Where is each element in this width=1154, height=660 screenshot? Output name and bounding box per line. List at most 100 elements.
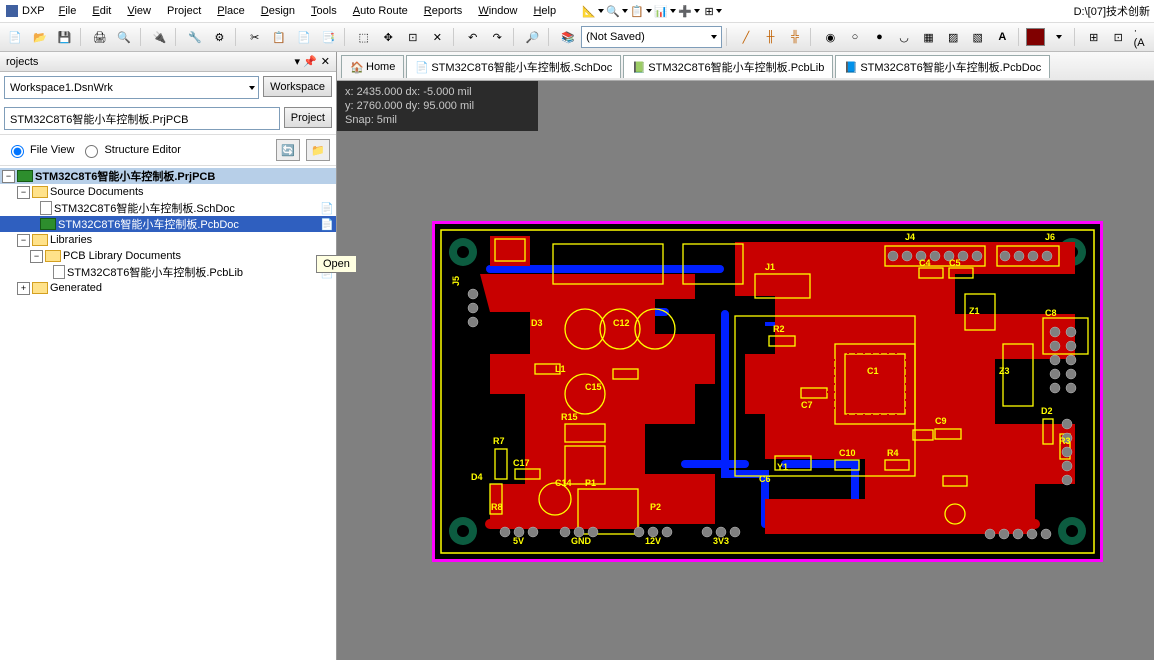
svg-text:C10: C10 xyxy=(839,448,856,458)
clear-icon[interactable]: ✕ xyxy=(426,25,449,49)
menu-autoroute[interactable]: Auto Route xyxy=(345,2,416,20)
redo-icon[interactable]: ↷ xyxy=(486,25,509,49)
copy-icon[interactable]: 📋 xyxy=(268,25,291,49)
move-icon[interactable]: ✥ xyxy=(377,25,400,49)
panel-pin-icon[interactable]: ▾ 📌 xyxy=(295,55,317,68)
sel-icon[interactable]: ⊡ xyxy=(402,25,425,49)
tree-libraries[interactable]: − Libraries xyxy=(0,232,336,248)
save-icon[interactable]: 💾 xyxy=(53,25,76,49)
tab-home[interactable]: 🏠Home xyxy=(341,55,404,78)
menu-view[interactable]: View xyxy=(119,2,159,20)
string-icon[interactable]: A xyxy=(991,25,1014,49)
menu-edit[interactable]: Edit xyxy=(84,2,119,20)
region-icon[interactable]: ▨ xyxy=(942,25,965,49)
project-button[interactable]: Project xyxy=(284,107,332,128)
dropdown-2-icon[interactable]: 🔍 xyxy=(608,2,626,20)
svg-text:C15: C15 xyxy=(585,382,602,392)
lib-icon xyxy=(53,265,65,279)
pcb-tab-icon: 📘 xyxy=(844,61,856,73)
undo-icon[interactable]: ↶ xyxy=(461,25,484,49)
grid-icon[interactable]: ⊞ xyxy=(1082,25,1105,49)
cut-icon[interactable]: ✂ xyxy=(243,25,266,49)
snap-icon[interactable]: ⊡ xyxy=(1107,25,1130,49)
sel-all-icon[interactable]: ⬚ xyxy=(352,25,375,49)
svg-text:R2: R2 xyxy=(773,324,785,334)
svg-text:L1: L1 xyxy=(555,364,566,374)
dropdown-3-icon[interactable]: 📋 xyxy=(632,2,650,20)
schematic-icon xyxy=(40,201,52,215)
arc-icon[interactable]: ◡ xyxy=(893,25,916,49)
route2-icon[interactable]: ╫ xyxy=(759,25,782,49)
project-combo[interactable] xyxy=(4,107,280,130)
saved-state-dropdown[interactable]: (Not Saved) xyxy=(581,26,722,48)
menu-tools[interactable]: Tools xyxy=(303,2,345,20)
print-icon[interactable]: 🖨 xyxy=(88,25,111,49)
panel-close-icon[interactable]: ✕ xyxy=(321,55,330,68)
svg-text:C1: C1 xyxy=(867,366,879,376)
fill-icon[interactable]: ▦ xyxy=(917,25,940,49)
tool-b-icon[interactable]: ⚙ xyxy=(208,25,231,49)
refresh-icon[interactable]: 🔄 xyxy=(276,139,300,161)
tree-generated[interactable]: + Generated xyxy=(0,280,336,296)
dropdown-6-icon[interactable]: ⊞ xyxy=(704,2,722,20)
tree-project-root[interactable]: − STM32C8T6智能小车控制板.PrjPCB xyxy=(0,168,336,184)
book-icon[interactable]: 📚 xyxy=(557,25,580,49)
dropdown-1-icon[interactable]: 📐 xyxy=(584,2,602,20)
dropdown-4-icon[interactable]: 📊 xyxy=(656,2,674,20)
layer-color-chip[interactable] xyxy=(1026,28,1045,46)
hole-icon[interactable]: ● xyxy=(868,25,891,49)
tree-pcbdoc[interactable]: STM32C8T6智能小车控制板.PcbDoc📄 xyxy=(0,216,336,232)
route3-icon[interactable]: ╬ xyxy=(784,25,807,49)
structure-radio[interactable]: Structure Editor xyxy=(80,142,180,158)
fileview-radio[interactable]: File View xyxy=(6,142,74,158)
dxp-menu[interactable]: DXP xyxy=(0,0,51,22)
tree-schdoc[interactable]: STM32C8T6智能小车控制板.SchDoc📄 xyxy=(0,200,336,216)
menu-help[interactable]: Help xyxy=(525,2,564,20)
svg-text:P1: P1 xyxy=(585,478,596,488)
layer-dd-icon[interactable] xyxy=(1047,25,1070,49)
pad-icon[interactable]: ○ xyxy=(844,25,867,49)
workspace-combo[interactable] xyxy=(4,76,259,99)
poly-icon[interactable]: ▧ xyxy=(966,25,989,49)
pcb-canvas[interactable]: J5 J4 J6 J1 D3 C12 C4 C5 C8 R2 R7 C17 L1… xyxy=(337,131,1154,660)
device-icon[interactable]: 🔌 xyxy=(148,25,171,49)
menu-project[interactable]: Project xyxy=(159,2,209,20)
board-outline: J5 J4 J6 J1 D3 C12 C4 C5 C8 R2 R7 C17 L1… xyxy=(432,221,1103,562)
menu-window[interactable]: Window xyxy=(470,2,525,20)
menu-file[interactable]: File xyxy=(51,2,85,20)
svg-text:C7: C7 xyxy=(801,400,813,410)
tab-pcbdoc[interactable]: 📘STM32C8T6智能小车控制板.PcbDoc xyxy=(835,55,1050,78)
workspace-button[interactable]: Workspace xyxy=(263,76,332,97)
pcb-icon xyxy=(40,218,56,230)
preview-icon[interactable]: 🔍 xyxy=(113,25,136,49)
folder-icon xyxy=(32,282,48,294)
dxp-logo-icon xyxy=(6,5,18,17)
tree-pcblib-folder[interactable]: − PCB Library Documents xyxy=(0,248,336,264)
open-icon[interactable]: 📂 xyxy=(29,25,52,49)
paper-icon: 📄 xyxy=(320,202,334,215)
route-icon[interactable]: ╱ xyxy=(735,25,758,49)
tree-source-documents[interactable]: − Source Documents xyxy=(0,184,336,200)
zoom-icon[interactable]: 🔎 xyxy=(521,25,544,49)
folder-icon xyxy=(45,250,61,262)
svg-text:J6: J6 xyxy=(1045,232,1055,242)
new-icon[interactable]: 📄 xyxy=(4,25,27,49)
svg-text:P2: P2 xyxy=(650,502,661,512)
tab-schdoc[interactable]: 📄STM32C8T6智能小车控制板.SchDoc xyxy=(406,55,621,78)
svg-text:D2: D2 xyxy=(1041,406,1053,416)
tool-a-icon[interactable]: 🔧 xyxy=(184,25,207,49)
menu-design[interactable]: Design xyxy=(253,2,303,20)
dropdown-5-icon[interactable]: ➕ xyxy=(680,2,698,20)
menu-reports[interactable]: Reports xyxy=(416,2,471,20)
tree-pcblib[interactable]: STM32C8T6智能小车控制板.PcbLib📄 xyxy=(0,264,336,280)
paste-icon[interactable]: 📄 xyxy=(293,25,316,49)
via-icon[interactable]: ◉ xyxy=(819,25,842,49)
svg-text:C5: C5 xyxy=(949,258,961,268)
tab-pcblib[interactable]: 📗STM32C8T6智能小车控制板.PcbLib xyxy=(623,55,833,78)
menu-place[interactable]: Place xyxy=(209,2,253,20)
svg-text:3V3: 3V3 xyxy=(713,536,729,546)
options-icon[interactable]: 📁 xyxy=(306,139,330,161)
svg-text:C14: C14 xyxy=(555,478,572,488)
project-icon xyxy=(17,170,33,182)
paste2-icon[interactable]: 📑 xyxy=(317,25,340,49)
